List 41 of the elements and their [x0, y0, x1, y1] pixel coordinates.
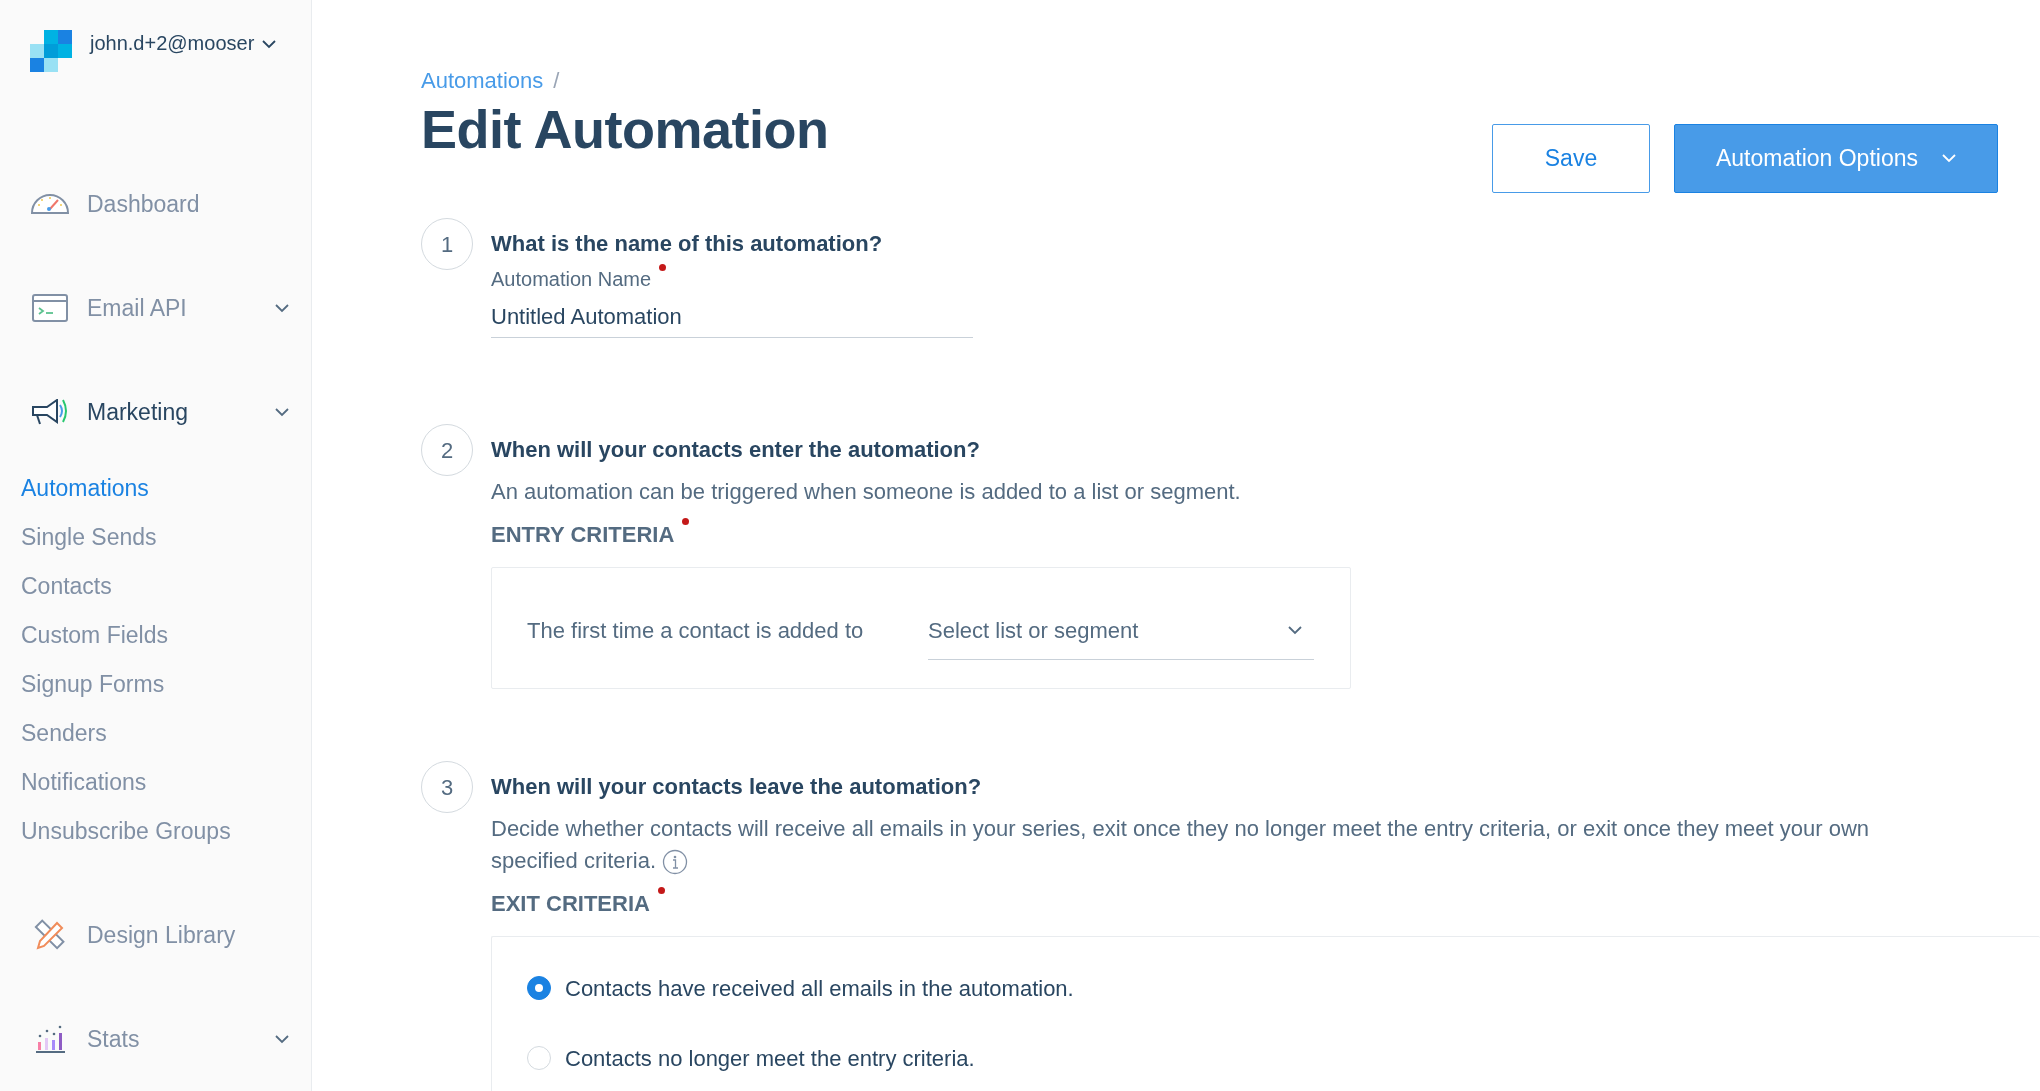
section-label: EXIT CRITERIA — [491, 891, 650, 916]
radio-option[interactable]: Contacts have received all emails in the automation. — [527, 953, 2040, 1023]
step-description: Decide whether contacts will receive all emails in your series, exit once they no longer meet the entry criteria, or exit once they meet your own specified criteria. — [491, 816, 1870, 873]
sidebar-item[interactable]: Stats — [0, 987, 311, 1091]
logo-icon — [30, 30, 72, 72]
step-question: What is the name of this automation? — [491, 230, 884, 258]
sidebar-link[interactable]: Signup Forms — [0, 660, 311, 709]
chevron-down-icon — [1288, 626, 1302, 635]
step-question: When will your contacts enter the automation? — [491, 436, 981, 464]
sidebar-link[interactable]: Automations — [0, 464, 311, 513]
sidebar-link[interactable]: Senders — [0, 709, 311, 758]
options-button[interactable]: Automation Options — [1674, 124, 1998, 193]
terminal-icon — [32, 294, 68, 322]
bar-chart-icon — [34, 1025, 66, 1053]
step-question: When will your contacts leave the automation? — [491, 773, 983, 801]
page-title: Edit Automation — [421, 98, 830, 161]
radio-option[interactable]: Contacts no longer meet the entry criteria. — [527, 1023, 2040, 1091]
radio-button[interactable] — [527, 976, 551, 1000]
sidebar-item[interactable]: Design Library — [0, 883, 311, 987]
sidebar-item[interactable]: Email API — [0, 256, 311, 360]
sidebar-link[interactable]: Single Sends — [0, 513, 311, 562]
criteria-prompt: The first time a contact is added to — [527, 617, 864, 645]
name-input-field[interactable]: Untitled Automation — [491, 296, 973, 338]
field-label: Automation Name — [491, 268, 652, 290]
breadcrumb-separator: / — [553, 68, 560, 93]
megaphone-icon — [32, 399, 68, 425]
save-button[interactable]: Save — [1492, 124, 1650, 193]
gauge-icon — [31, 194, 69, 214]
sidebar-link[interactable]: Notifications — [0, 758, 311, 807]
sidebar-item[interactable]: Dashboard — [0, 152, 311, 256]
list-select-field[interactable]: Select list or segment — [928, 614, 1314, 660]
step-description: An automation can be triggered when someone is added to a list or segment. — [491, 479, 1241, 504]
account-email[interactable]: john.d+2@mooser — [90, 30, 255, 56]
section-label: ENTRY CRITERIA — [491, 522, 675, 547]
sidebar-link[interactable]: Contacts — [0, 562, 311, 611]
option-label: Contacts no longer meet the entry criteria. — [565, 1044, 975, 1073]
breadcrumb-link[interactable]: Automations — [421, 68, 544, 93]
sidebar-link[interactable]: Unsubscribe Groups — [0, 807, 311, 856]
sidebar-link[interactable]: Custom Fields — [0, 611, 311, 660]
option-label: Contacts have received all emails in the automation. — [565, 974, 1074, 1003]
sidebar-item[interactable]: Marketing — [0, 360, 311, 464]
